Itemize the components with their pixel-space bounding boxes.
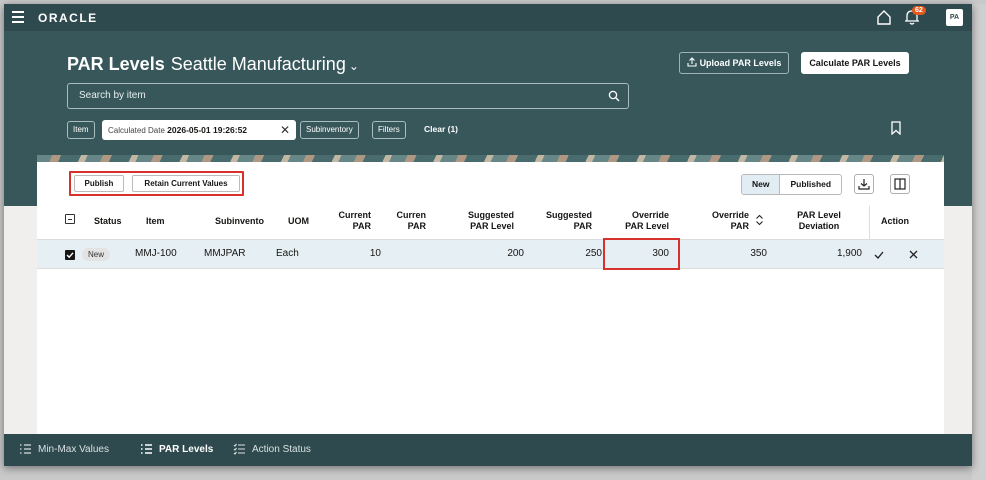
col-override-par[interactable]: Override PAR [693, 210, 749, 232]
col-suggested-par-level-line1: Suggested [467, 210, 514, 220]
retain-current-values-button[interactable]: Retain Current Values [132, 175, 240, 192]
col-suggested-par-line2: PAR [573, 221, 592, 231]
col-current-line2: PAR [407, 221, 426, 231]
avatar[interactable]: PA [946, 9, 963, 26]
highlight-action-buttons: Publish Retain Current Values [69, 171, 244, 196]
col-subinventory[interactable]: Subinvento [215, 216, 264, 227]
col-current[interactable]: Curren PAR [382, 210, 426, 232]
accept-icon[interactable] [874, 250, 884, 260]
bottom-tab-bar: Min-Max Values PAR Levels Action Status [4, 434, 972, 466]
search-placeholder: Search by item [79, 90, 146, 101]
columns-icon [894, 178, 906, 190]
clear-filters-link[interactable]: Clear (1) [424, 124, 458, 134]
check-icon [66, 252, 74, 259]
col-override-par-line1: Override [711, 210, 749, 220]
checklist-icon [233, 443, 245, 455]
col-current-line1: Curren [396, 210, 426, 220]
cell-suggested-par-level: 200 [507, 248, 524, 259]
page-title-text: PAR Levels [67, 54, 165, 74]
sort-icon[interactable] [755, 214, 764, 226]
reject-icon[interactable] [909, 250, 918, 259]
table-row[interactable]: New MMJ-100 MMJPAR Each 10 200 250 300 3… [37, 238, 944, 270]
toggle-new[interactable]: New [742, 175, 781, 194]
col-item[interactable]: Item [146, 216, 165, 227]
global-header: ORACLE 62 PA [4, 4, 972, 31]
calculate-par-levels-button[interactable]: Calculate PAR Levels [801, 52, 909, 74]
app-window: ORACLE 62 PA PAR Levels Seattle Manufactu… [4, 4, 972, 466]
upload-icon [687, 57, 697, 67]
home-icon[interactable] [876, 9, 892, 25]
menu-icon[interactable] [12, 11, 24, 23]
col-suggested-par[interactable]: Suggested PAR [527, 210, 592, 232]
col-action: Action [881, 216, 909, 226]
close-icon[interactable]: ✕ [280, 120, 290, 140]
tab-label: PAR Levels [159, 444, 214, 455]
location-selector[interactable]: Seattle Manufacturing [171, 54, 346, 74]
upload-par-levels-button[interactable]: Upload PAR Levels [679, 52, 789, 74]
col-current-par-line1: Current [338, 210, 371, 220]
page-title: PAR Levels Seattle Manufacturing ⌄ [67, 54, 359, 75]
col-status[interactable]: Status [94, 216, 122, 227]
row-checkbox[interactable] [65, 250, 75, 260]
tab-par-levels[interactable]: PAR Levels [141, 444, 214, 455]
col-suggested-par-level[interactable]: Suggested PAR Level [449, 210, 514, 232]
cell-item: MMJ-100 [135, 248, 177, 259]
col-suggested-par-line1: Suggested [545, 210, 592, 220]
col-override-par-level-line1: Override [631, 210, 669, 220]
col-current-par-line2: PAR [352, 221, 371, 231]
col-uom[interactable]: UOM [288, 216, 309, 227]
status-badge: New [82, 248, 111, 261]
notification-count: 62 [912, 6, 926, 15]
list-icon [141, 444, 152, 454]
bookmark-icon[interactable] [890, 121, 902, 135]
cell-suggested-par: 250 [585, 248, 602, 259]
download-icon [858, 179, 870, 190]
cell-current-par: 10 [369, 248, 381, 259]
upload-label: Upload PAR Levels [699, 58, 782, 68]
list-icon [20, 444, 31, 454]
calculated-date-chip[interactable]: Calculated Date 2026-05-01 19:26:52 ✕ [102, 120, 296, 140]
results-card: Publish Retain Current Values New Publis… [37, 162, 944, 434]
publish-button[interactable]: Publish [74, 175, 124, 192]
tab-min-max-values[interactable]: Min-Max Values [20, 444, 109, 455]
col-current-par[interactable]: Current PAR [327, 210, 371, 232]
col-deviation-line2: Deviation [798, 221, 840, 231]
col-par-level-deviation[interactable]: PAR Level Deviation [784, 210, 854, 232]
col-deviation-line1: PAR Level [797, 210, 841, 220]
cell-uom: Each [276, 248, 299, 259]
cell-par-level-deviation: 1,900 [836, 248, 862, 259]
search-icon[interactable] [608, 90, 620, 102]
columns-button[interactable] [890, 174, 910, 194]
cell-override-par: 350 [750, 248, 767, 259]
filter-subinventory-chip[interactable]: Subinventory [300, 121, 359, 139]
table-header: Status Item Subinvento UOM Current PAR C… [37, 206, 944, 238]
filters-button[interactable]: Filters [372, 121, 406, 139]
col-override-par-line2: PAR [730, 221, 749, 231]
chevron-down-icon[interactable]: ⌄ [349, 59, 359, 73]
col-override-par-level-line2: PAR Level [625, 221, 669, 231]
status-toggle: New Published [741, 174, 843, 195]
toggle-published[interactable]: Published [780, 175, 841, 194]
tab-label: Action Status [252, 444, 311, 455]
tab-action-status[interactable]: Action Status [233, 443, 311, 455]
cell-override-par-level: 300 [652, 248, 669, 259]
download-button[interactable] [854, 174, 874, 194]
brand-logo: ORACLE [38, 11, 98, 25]
backdrop [972, 4, 986, 480]
col-override-par-level[interactable]: Override PAR Level [603, 210, 669, 232]
calculated-date-value: 2026-05-01 19:26:52 [167, 125, 248, 135]
cell-subinventory: MMJPAR [204, 248, 246, 259]
col-suggested-par-level-line2: PAR Level [470, 221, 514, 231]
tab-label: Min-Max Values [38, 444, 109, 455]
search-input[interactable]: Search by item [67, 83, 629, 109]
calculated-date-label: Calculated Date [108, 126, 165, 135]
filter-item-chip[interactable]: Item [67, 121, 95, 139]
